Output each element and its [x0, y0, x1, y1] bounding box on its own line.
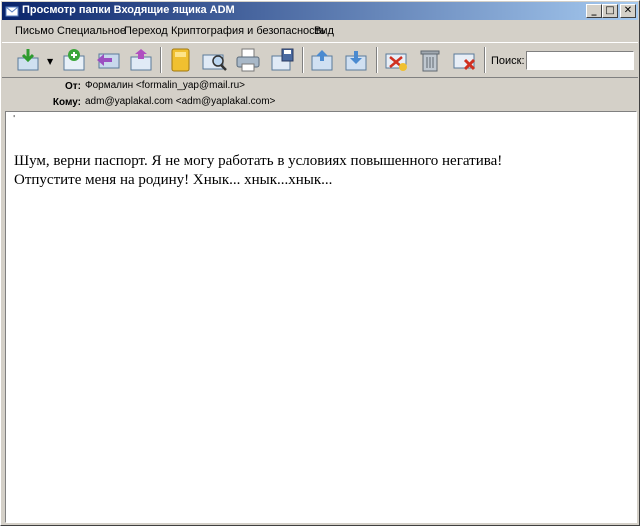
new-mail-button[interactable]: [60, 46, 88, 74]
save-button[interactable]: [268, 46, 296, 74]
maximize-button[interactable]: □: [602, 4, 618, 18]
toolbar-separator: [302, 47, 304, 73]
title-bar[interactable]: Просмотр папки Входящие ящика ADM _ □ ✕: [2, 2, 638, 20]
address-book-button[interactable]: [166, 46, 194, 74]
previous-message-icon: [311, 50, 333, 71]
delete-spam-button[interactable]: [450, 46, 478, 74]
menu-go[interactable]: Переход: [124, 25, 168, 37]
print-button[interactable]: [234, 46, 262, 74]
message-body[interactable]: ' Шум, верни паспорт. Я не могу работать…: [5, 111, 637, 523]
menu-crypto[interactable]: Криптография и безопасность: [171, 25, 325, 37]
menu-view[interactable]: Вид: [314, 25, 334, 37]
mark-spam-button[interactable]: [382, 46, 410, 74]
window-title: Просмотр папки Входящие ящика ADM: [22, 4, 235, 16]
delete-spam-icon: [453, 53, 476, 71]
search-mail-icon: [202, 54, 227, 71]
message-line: Отпустите меня на родину! Хнык... хнык..…: [14, 172, 333, 188]
from-value[interactable]: Формалин <formalin_yap@mail.ru>: [85, 80, 245, 91]
previous-message-button[interactable]: [308, 46, 336, 74]
message-line: Шум, верни паспорт. Я не могу работать в…: [14, 153, 503, 169]
forward-icon: [130, 49, 152, 71]
save-icon: [271, 48, 294, 71]
from-label: От:: [64, 81, 81, 92]
mail-window: Просмотр папки Входящие ящика ADM _ □ ✕ …: [0, 0, 640, 526]
search-input[interactable]: [526, 51, 634, 70]
search-mail-button[interactable]: [200, 46, 228, 74]
print-icon: [236, 48, 260, 72]
to-value[interactable]: adm@yaplakal.com <adm@yaplakal.com>: [85, 96, 275, 107]
next-message-button[interactable]: [342, 46, 370, 74]
toolbar-separator: [160, 47, 162, 73]
message-headers: От: Формалин <formalin_yap@mail.ru> Кому…: [5, 78, 635, 110]
delete-button[interactable]: [416, 46, 444, 74]
receive-mail-button[interactable]: [14, 46, 42, 74]
message-text: Шум, верни паспорт. Я не могу работать в…: [14, 152, 614, 190]
reply-button[interactable]: [94, 46, 122, 74]
menu-special[interactable]: Специальное: [57, 25, 126, 37]
toolbar-separator: [484, 47, 486, 73]
address-book-icon: [171, 48, 190, 72]
text-caret: ': [13, 114, 16, 123]
toolbar: ▼ Поиск:: [2, 42, 638, 78]
forward-button[interactable]: [127, 46, 155, 74]
receive-mail-icon: [17, 49, 39, 71]
receive-dropdown-icon[interactable]: ▼: [47, 57, 53, 66]
mark-spam-icon: [385, 53, 407, 71]
close-button[interactable]: ✕: [620, 4, 636, 18]
menu-letter[interactable]: Письмо: [15, 25, 54, 37]
search-label: Поиск:: [491, 55, 525, 67]
reply-icon: [97, 53, 120, 69]
next-message-icon: [345, 51, 367, 71]
mail-app-icon: [5, 4, 19, 18]
menu-bar: Письмо Специальное Переход Криптография …: [2, 21, 638, 41]
new-mail-icon: [63, 49, 85, 71]
toolbar-separator: [376, 47, 378, 73]
to-label: Кому:: [52, 97, 81, 108]
minimize-button[interactable]: _: [586, 4, 602, 18]
delete-icon: [420, 50, 440, 72]
